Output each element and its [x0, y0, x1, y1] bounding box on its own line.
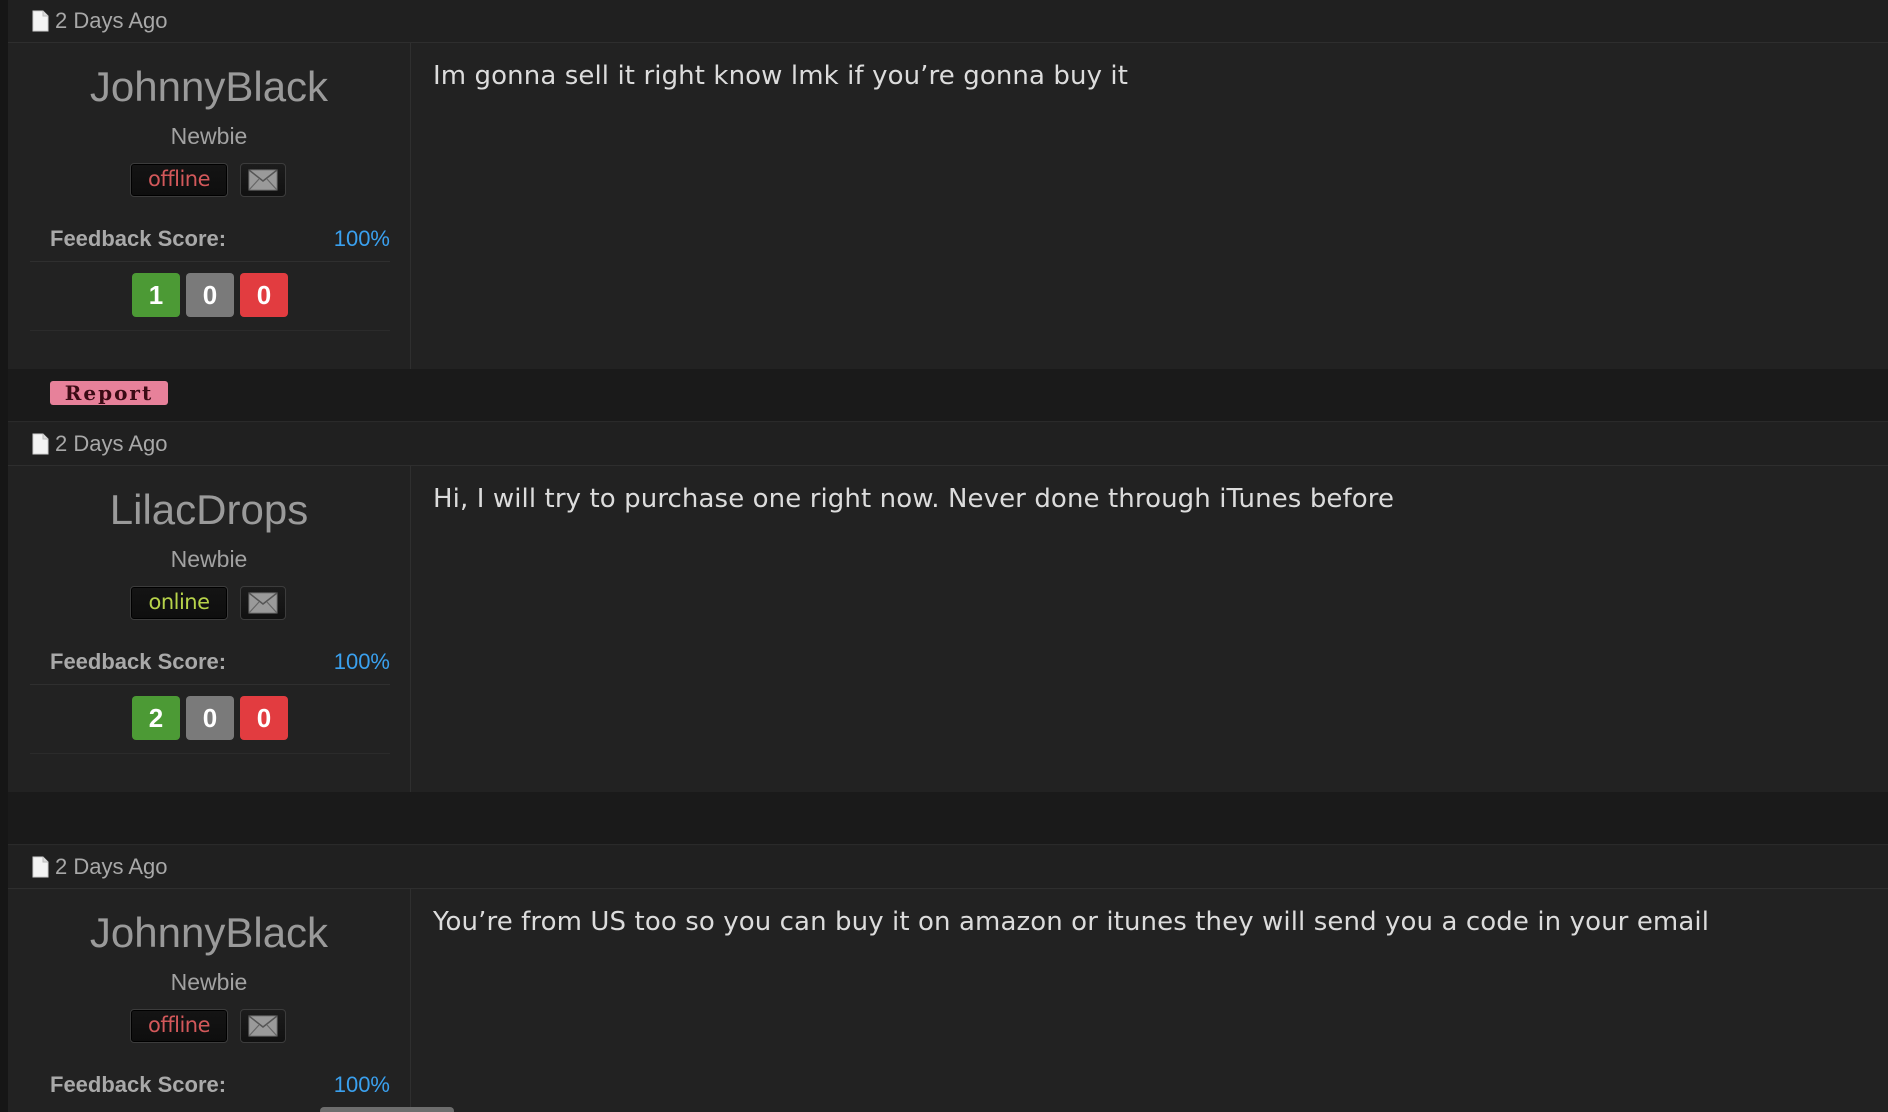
post-message: Im gonna sell it right know lmk if you’r…: [433, 61, 1129, 91]
private-message-button[interactable]: [240, 1009, 286, 1043]
feedback-neutral-count[interactable]: 0: [186, 273, 234, 317]
feedback-counts: 2 0 0: [132, 696, 288, 740]
feedback-score-link[interactable]: 100%: [334, 226, 390, 252]
username-link[interactable]: JohnnyBlack: [8, 909, 410, 957]
post-date: 2 Days Ago: [55, 854, 168, 879]
divider: [30, 261, 390, 262]
private-message-button[interactable]: [240, 586, 286, 620]
feedback-positive-count[interactable]: 2: [132, 696, 180, 740]
post-footer: [8, 792, 1888, 845]
post-3: 2 Days Ago JohnnyBlack Newbie offline Fe…: [8, 846, 1888, 1112]
username-link[interactable]: LilacDrops: [8, 486, 410, 534]
feedback-label: Feedback Score:: [50, 1072, 227, 1097]
status-badge: online: [130, 586, 228, 620]
feedback-score-link[interactable]: 100%: [334, 649, 390, 675]
user-title: Newbie: [170, 546, 248, 572]
post-body: JohnnyBlack Newbie offline Feedback Scor…: [8, 43, 1888, 369]
user-title: Newbie: [170, 969, 248, 995]
post-1: 2 Days Ago JohnnyBlack Newbie offline Fe…: [8, 0, 1888, 422]
feedback-negative-count[interactable]: 0: [240, 273, 288, 317]
divider: [30, 684, 390, 685]
horizontal-scrollbar-thumb[interactable]: [320, 1107, 454, 1112]
thread-page: 2 Days Ago JohnnyBlack Newbie offline Fe…: [0, 0, 1888, 1112]
document-icon: [32, 856, 49, 878]
feedback-score-link[interactable]: 100%: [334, 1072, 390, 1098]
post-2: 2 Days Ago LilacDrops Newbie online Feed…: [8, 423, 1888, 845]
feedback-negative-count[interactable]: 0: [240, 696, 288, 740]
post-message: You’re from US too so you can buy it on …: [433, 907, 1710, 937]
report-button[interactable]: Report: [50, 381, 168, 405]
document-icon: [32, 433, 49, 455]
post-header: 2 Days Ago: [8, 0, 1888, 43]
feedback-counts: 1 0 0: [132, 273, 288, 317]
user-title: Newbie: [170, 123, 248, 149]
post-date: 2 Days Ago: [55, 8, 168, 33]
feedback-label: Feedback Score:: [50, 649, 227, 674]
userinfo-panel: LilacDrops Newbie online Feedback Score:…: [8, 466, 411, 792]
userinfo-panel: JohnnyBlack Newbie offline Feedback Scor…: [8, 889, 411, 1112]
envelope-icon: [248, 169, 278, 191]
feedback-neutral-count[interactable]: 0: [186, 696, 234, 740]
post-header: 2 Days Ago: [8, 423, 1888, 466]
document-icon: [32, 10, 49, 32]
post-message: Hi, I will try to purchase one right now…: [433, 484, 1395, 514]
divider: [30, 330, 390, 331]
divider: [30, 753, 390, 754]
private-message-button[interactable]: [240, 163, 286, 197]
feedback-label: Feedback Score:: [50, 226, 227, 251]
username-link[interactable]: JohnnyBlack: [8, 63, 410, 111]
feedback-positive-count[interactable]: 1: [132, 273, 180, 317]
post-date: 2 Days Ago: [55, 431, 168, 456]
post-footer: Report: [8, 369, 1888, 422]
post-header: 2 Days Ago: [8, 846, 1888, 889]
envelope-icon: [248, 592, 278, 614]
status-badge: offline: [130, 1009, 228, 1043]
left-edge-border: [0, 0, 8, 1112]
userinfo-panel: JohnnyBlack Newbie offline Feedback Scor…: [8, 43, 411, 369]
post-body: LilacDrops Newbie online Feedback Score:…: [8, 466, 1888, 792]
post-body: JohnnyBlack Newbie offline Feedback Scor…: [8, 889, 1888, 1112]
envelope-icon: [248, 1015, 278, 1037]
status-badge: offline: [130, 163, 228, 197]
